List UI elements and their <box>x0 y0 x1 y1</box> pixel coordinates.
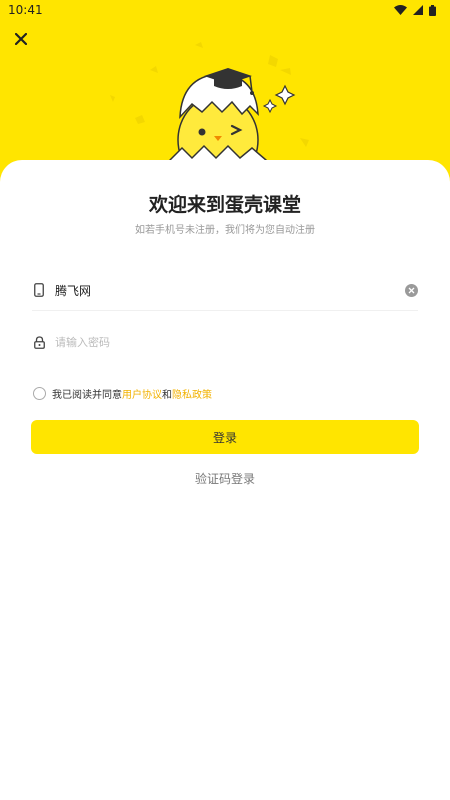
clear-icon <box>408 287 415 293</box>
agreement-row: 我已阅读并同意 用户协议 和 隐私政策 <box>33 385 212 401</box>
lock-icon <box>32 335 46 349</box>
battery-icon <box>429 4 436 16</box>
status-bar: 10:41 <box>0 0 450 20</box>
password-field[interactable]: 请输入密码 <box>32 322 418 362</box>
user-agreement-link[interactable]: 用户协议 <box>122 386 162 401</box>
privacy-policy-link[interactable]: 隐私政策 <box>172 386 212 401</box>
sms-code-login-link[interactable]: 验证码登录 <box>0 470 450 487</box>
egg-chick-mascot <box>169 68 296 172</box>
page-title: 欢迎来到蛋壳课堂 <box>148 194 301 216</box>
wifi-icon <box>394 5 407 15</box>
close-icon <box>15 33 27 45</box>
clear-button[interactable] <box>405 283 418 297</box>
agreement-checkbox[interactable] <box>33 386 46 400</box>
account-field[interactable]: 腾飞网 <box>32 270 418 310</box>
close-button[interactable] <box>10 28 32 50</box>
login-button[interactable]: 登录 <box>31 420 419 454</box>
account-input[interactable]: 腾飞网 <box>55 282 405 299</box>
status-time: 10:41 <box>8 3 43 17</box>
agreement-and: 和 <box>162 389 172 401</box>
password-input[interactable]: 请输入密码 <box>55 334 418 350</box>
page-subtitle: 如若手机号未注册，我们将为您自动注册 <box>135 225 315 236</box>
account-divider <box>32 310 418 311</box>
signal-icon <box>413 5 423 15</box>
phone-icon <box>32 283 46 297</box>
agreement-prefix: 我已阅读并同意 <box>52 389 122 401</box>
